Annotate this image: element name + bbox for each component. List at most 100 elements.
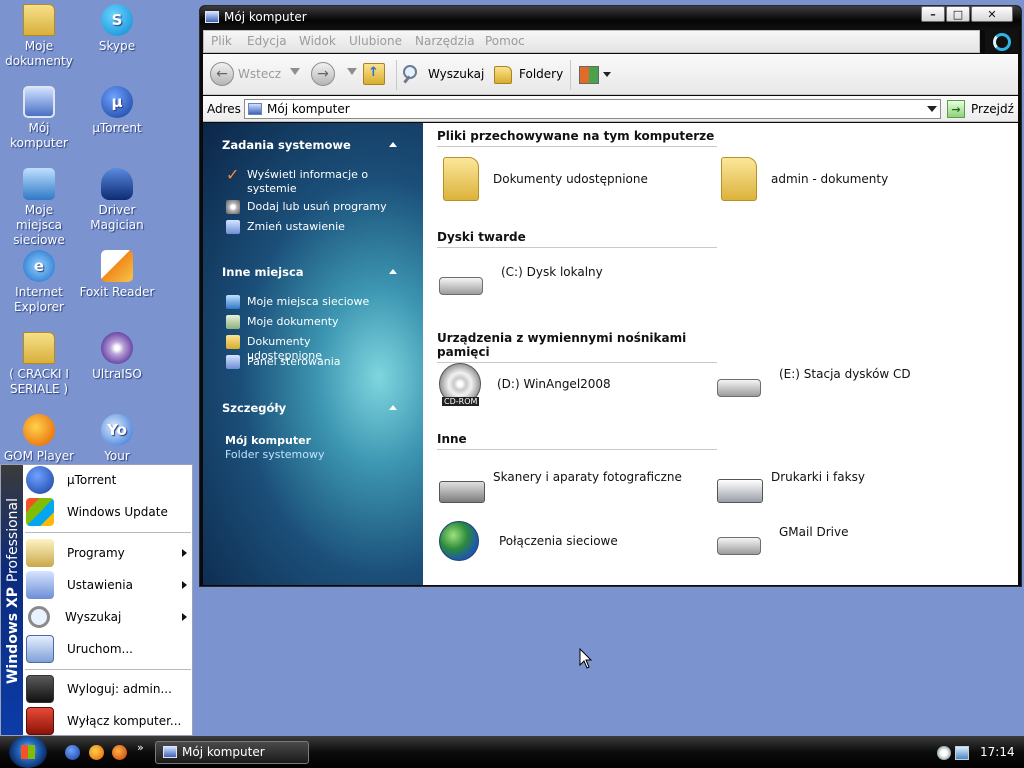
- start-item-label: Wyloguj: admin...: [67, 682, 172, 696]
- go-label[interactable]: Przejdź: [971, 102, 1014, 116]
- printer-icon: [717, 479, 763, 503]
- item-scanners-cameras[interactable]: Skanery i aparaty fotograficzne: [439, 463, 682, 503]
- taskbar-button-label: Mój komputer: [182, 745, 265, 759]
- back-label[interactable]: Wstecz: [238, 67, 281, 81]
- place-label: Moje dokumenty: [247, 315, 339, 328]
- my-computer-icon: [23, 86, 55, 118]
- title-bar[interactable]: Mój komputer – □ ✕: [200, 6, 1021, 30]
- utorrent-quicklaunch-icon[interactable]: [65, 745, 80, 760]
- start-item-utorrent[interactable]: µTorrent: [24, 465, 192, 495]
- monitor-tray-icon[interactable]: [955, 746, 969, 760]
- start-item-run[interactable]: Uruchom...: [24, 634, 192, 664]
- task-view-system-info[interactable]: ✓ Wyświetl informacje o systemie: [226, 167, 377, 196]
- submenu-arrow-icon: [182, 581, 187, 589]
- back-button[interactable]: ←: [210, 62, 234, 86]
- submenu-arrow-icon: [182, 613, 187, 621]
- menu-favorites[interactable]: Ulubione: [349, 34, 402, 48]
- network-tray-icon[interactable]: [937, 746, 951, 760]
- network-connections-icon: [439, 521, 479, 561]
- item-drive-e[interactable]: (E:) Stacja dysków CD: [717, 363, 911, 397]
- desktop-icon-cracki-folder[interactable]: ( CRACKI I SERIALE ): [0, 332, 78, 397]
- item-drive-c[interactable]: (C:) Dysk lokalny: [439, 261, 603, 295]
- taskbar-button-my-computer[interactable]: Mój komputer: [155, 741, 309, 764]
- start-item-settings[interactable]: Ustawienia: [24, 570, 192, 600]
- folders-label: Foldery: [519, 67, 564, 81]
- item-label: Połączenia sieciowe: [499, 534, 618, 548]
- driver-magician-icon: [101, 168, 133, 200]
- collapse-other-places-icon[interactable]: [389, 269, 397, 274]
- forward-dropdown-icon[interactable]: [347, 68, 357, 75]
- desktop-icon-foxit-reader[interactable]: Foxit Reader: [78, 250, 156, 300]
- gmail-drive-icon: [717, 537, 761, 555]
- views-dropdown-icon: [603, 72, 611, 77]
- menu-view[interactable]: Widok: [299, 34, 336, 48]
- desktop-icon-network-places[interactable]: Moje miejsca sieciowe: [0, 168, 78, 248]
- menu-help[interactable]: Pomoc: [485, 34, 525, 48]
- explorer-window: Mój komputer – □ ✕ Plik Edycja Widok Ulu…: [199, 5, 1022, 587]
- item-admin-documents[interactable]: admin - dokumenty: [717, 157, 888, 201]
- desktop-icon-driver-magician[interactable]: Driver Magician: [78, 168, 156, 233]
- place-network-places[interactable]: Moje miejsca sieciowe: [226, 295, 377, 309]
- desktop-icon-internet-explorer[interactable]: e Internet Explorer: [0, 250, 78, 315]
- start-item-programs[interactable]: Programy: [24, 538, 192, 568]
- close-button[interactable]: ✕: [971, 6, 1013, 22]
- start-item-search[interactable]: Wyszukaj: [24, 602, 192, 632]
- collapse-details-icon[interactable]: [389, 405, 397, 410]
- search-icon: [28, 606, 50, 628]
- item-network-connections[interactable]: Połączenia sieciowe: [439, 521, 618, 561]
- menu-tools[interactable]: Narzędzia: [415, 34, 475, 48]
- start-menu-separator: [25, 669, 191, 670]
- item-shared-documents[interactable]: Dokumenty udostępnione: [439, 157, 648, 201]
- item-drive-d[interactable]: CD-ROM (D:) WinAngel2008: [439, 363, 611, 406]
- desktop-icon-label: GOM Player: [3, 449, 75, 463]
- desktop-icon-utorrent[interactable]: µ µTorrent: [78, 86, 156, 136]
- task-label: Wyświetl informacje o systemie: [247, 168, 369, 195]
- maximize-button[interactable]: □: [946, 6, 970, 22]
- desktop-icon-my-documents[interactable]: Moje dokumenty: [0, 4, 78, 69]
- search-button[interactable]: Wyszukaj: [400, 61, 484, 89]
- brand-name: Windows XP: [5, 586, 21, 685]
- system-tasks-header[interactable]: Zadania systemowe: [222, 138, 351, 152]
- task-add-remove-programs[interactable]: Dodaj lub usuń programy: [226, 200, 397, 214]
- details-header[interactable]: Szczegóły: [222, 401, 286, 415]
- start-item-logoff[interactable]: Wyloguj: admin...: [24, 674, 192, 704]
- forward-button[interactable]: →: [311, 62, 335, 86]
- quicklaunch-more-icon[interactable]: »: [137, 741, 144, 754]
- menu-edit[interactable]: Edycja: [247, 34, 287, 48]
- utorrent-icon: [26, 466, 54, 494]
- place-my-documents[interactable]: Moje dokumenty: [226, 315, 377, 329]
- start-item-windows-update[interactable]: Windows Update: [24, 497, 192, 527]
- details-type: Folder systemowy: [225, 448, 325, 461]
- item-gmail-drive[interactable]: GMail Drive: [717, 521, 848, 555]
- cd-rom-icon: CD-ROM: [439, 363, 481, 406]
- desktop-icon-label: Your: [104, 449, 130, 463]
- address-input[interactable]: Mój komputer: [244, 99, 941, 119]
- back-dropdown-icon[interactable]: [290, 68, 300, 75]
- go-button[interactable]: →: [947, 100, 965, 118]
- minimize-button[interactable]: –: [921, 6, 945, 22]
- up-folder-button[interactable]: ↑: [363, 63, 385, 85]
- other-places-header[interactable]: Inne miejsca: [222, 265, 304, 279]
- desktop-icon-label: Foxit Reader: [79, 285, 155, 299]
- firefox-quicklaunch-icon[interactable]: [112, 745, 127, 760]
- task-change-setting[interactable]: Zmień ustawienie: [226, 220, 377, 234]
- gom-quicklaunch-icon[interactable]: [89, 745, 104, 760]
- section-stored-files: Pliki przechowywane na tym komputerze: [437, 129, 717, 147]
- desktop-icon-skype[interactable]: S Skype: [78, 4, 156, 54]
- address-dropdown-icon[interactable]: [927, 106, 937, 112]
- desktop-icon-label: UltraISO: [92, 367, 142, 381]
- place-control-panel[interactable]: Panel sterowania: [226, 355, 377, 369]
- desktop-icon-ultraiso[interactable]: UltraISO: [78, 332, 156, 382]
- start-menu-brand: Windows XP Professional: [5, 471, 21, 711]
- desktop-icon-my-computer[interactable]: Mój komputer: [0, 86, 78, 151]
- control-panel-icon: [226, 355, 240, 369]
- start-item-shutdown[interactable]: Wyłącz komputer...: [24, 706, 192, 736]
- start-button[interactable]: [9, 736, 47, 768]
- desktop-icon-gom-player[interactable]: GOM Player: [0, 414, 78, 464]
- desktop-icon-your[interactable]: Yo Your: [78, 414, 156, 464]
- menu-file[interactable]: Plik: [211, 34, 232, 48]
- folders-button[interactable]: Foldery: [491, 61, 567, 89]
- collapse-system-tasks-icon[interactable]: [389, 142, 397, 147]
- item-printers-faxes[interactable]: Drukarki i faksy: [717, 463, 865, 503]
- views-button[interactable]: [577, 64, 613, 86]
